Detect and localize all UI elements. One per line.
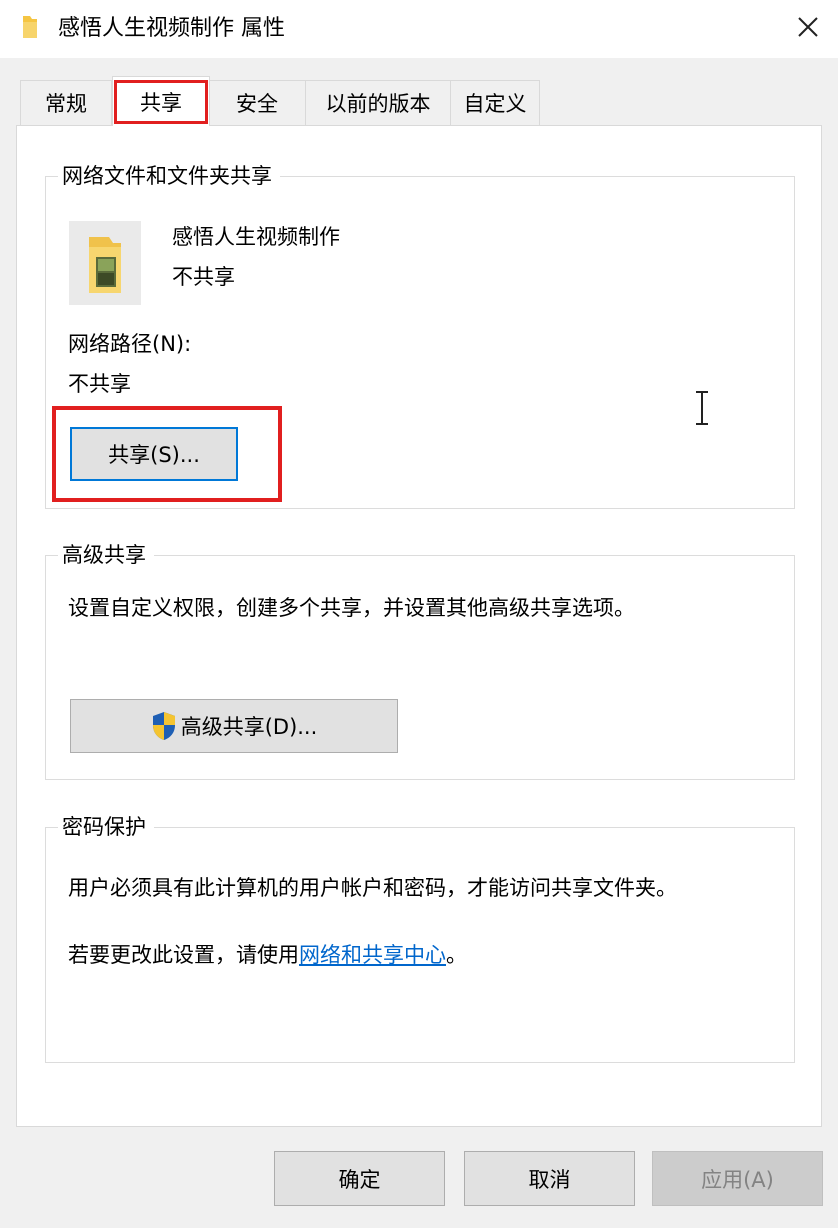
title-bar: 感悟人生视频制作 属性	[0, 0, 838, 58]
folder-name: 感悟人生视频制作	[172, 225, 340, 249]
change-hint-suffix: 。	[446, 943, 467, 967]
network-sharing-center-link[interactable]: 网络和共享中心	[299, 943, 446, 967]
cancel-button-label: 取消	[528, 1167, 571, 1192]
apply-button[interactable]: 应用(A)	[652, 1151, 823, 1206]
tab-label: 自定义	[463, 92, 527, 116]
uac-shield-icon	[152, 712, 175, 740]
tab-previous-versions[interactable]: 以前的版本	[305, 80, 451, 125]
share-status: 不共享	[172, 265, 235, 289]
change-hint-prefix: 若要更改此设置，请使用	[68, 943, 299, 967]
apply-button-label: 应用(A)	[701, 1167, 774, 1192]
tab-highlight-box	[114, 80, 208, 124]
close-icon	[798, 17, 818, 37]
text-cursor-icon	[696, 391, 708, 425]
advanced-sharing-button[interactable]: 高级共享(D)...	[70, 699, 398, 753]
network-path-label: 网络路径(N):	[68, 332, 192, 356]
ok-button[interactable]: 确定	[274, 1151, 445, 1206]
tab-label: 以前的版本	[325, 92, 431, 116]
tab-customize[interactable]: 自定义	[450, 80, 540, 125]
tab-general[interactable]: 常规	[20, 80, 112, 125]
tab-label: 常规	[45, 92, 87, 116]
network-sharing-title: 网络文件和文件夹共享	[58, 162, 280, 190]
advanced-sharing-title: 高级共享	[58, 541, 154, 569]
tab-label: 安全	[236, 92, 278, 116]
close-button[interactable]	[780, 4, 836, 50]
window-title: 感悟人生视频制作 属性	[58, 16, 285, 41]
share-highlight-box	[52, 406, 282, 502]
password-protection-title: 密码保护	[58, 813, 154, 841]
ok-button-label: 确定	[338, 1167, 381, 1192]
folder-icon	[89, 237, 121, 293]
tab-security[interactable]: 安全	[208, 80, 306, 125]
password-protection-description: 用户必须具有此计算机的用户帐户和密码，才能访问共享文件夹。	[68, 876, 677, 900]
advanced-sharing-button-label: 高级共享(D)...	[180, 715, 318, 739]
advanced-sharing-description: 设置自定义权限，创建多个共享，并设置其他高级共享选项。	[68, 596, 635, 620]
folder-thumbnail	[69, 221, 141, 305]
network-path-value: 不共享	[68, 372, 131, 396]
password-change-hint: 若要更改此设置，请使用网络和共享中心。	[68, 941, 467, 969]
folder-icon	[23, 16, 37, 38]
cancel-button[interactable]: 取消	[464, 1151, 635, 1206]
